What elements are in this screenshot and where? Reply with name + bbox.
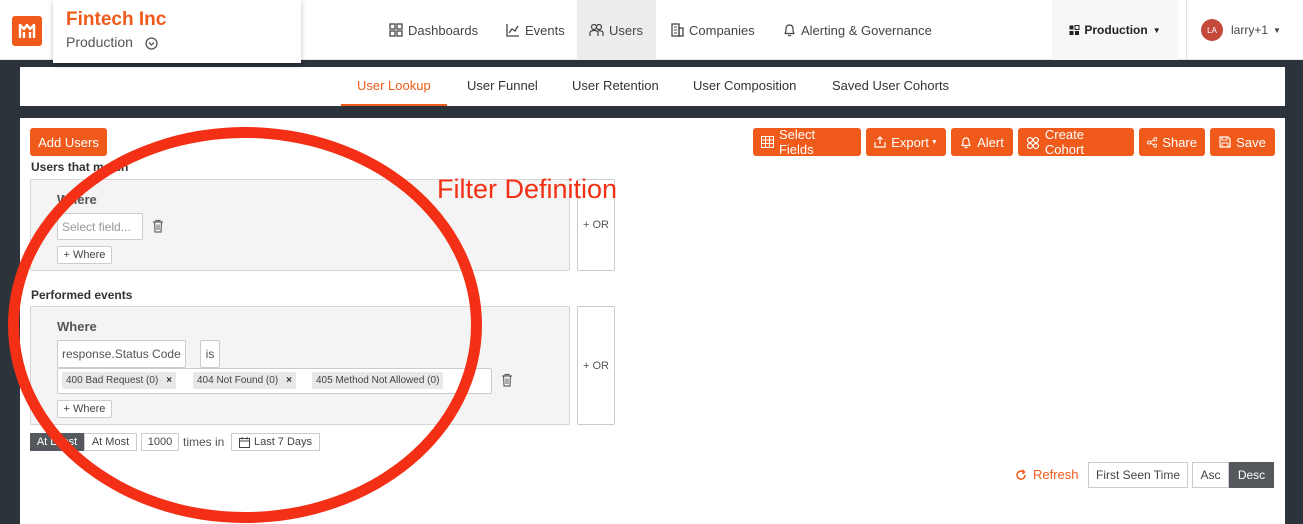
- operator-select[interactable]: is: [200, 340, 220, 368]
- event-field-select[interactable]: response.Status Code: [57, 340, 186, 368]
- top-navbar: Fintech Inc Production Dashboards Events: [0, 0, 1303, 63]
- alert-button[interactable]: Alert: [951, 128, 1013, 156]
- sub-tabs: User Lookup User Funnel User Retention U…: [20, 67, 1285, 106]
- nav-alerting[interactable]: Alerting & Governance: [771, 0, 944, 60]
- nav-dashboards[interactable]: Dashboards: [377, 0, 490, 60]
- value-tag: 404 Not Found (0) ×: [193, 372, 297, 389]
- tab-saved-user-cohorts[interactable]: Saved User Cohorts: [816, 67, 965, 106]
- org-environment: Production: [66, 34, 133, 50]
- select-fields-label: Select Fields: [778, 127, 816, 157]
- refresh-icon: [1016, 468, 1026, 480]
- cohort-icon: [1026, 136, 1040, 149]
- operator-value: is: [205, 347, 215, 361]
- nav-companies[interactable]: Companies: [658, 0, 767, 60]
- remove-tag-icon[interactable]: ×: [286, 375, 292, 386]
- export-label: Export: [891, 134, 929, 150]
- main-panel: Add Users Select Fields Export ▼ Alert C…: [20, 118, 1285, 524]
- save-label: Save: [1236, 134, 1266, 150]
- caret-down-icon: ▼: [930, 138, 938, 146]
- date-range-picker[interactable]: Last 7 Days: [231, 433, 320, 451]
- value-tag: 405 Method Not Allowed (0): [312, 372, 444, 389]
- value-tag-label: 405 Method Not Allowed (0): [316, 375, 440, 386]
- avatar: LA: [1201, 19, 1223, 41]
- value-tag-label: 400 Bad Request (0): [66, 375, 159, 386]
- org-switcher[interactable]: Fintech Inc Production: [53, 0, 301, 63]
- add-where-button[interactable]: + Where: [57, 400, 112, 418]
- add-users-button[interactable]: Add Users: [30, 128, 107, 156]
- nav-dashboards-label: Dashboards: [408, 22, 479, 38]
- org-name: Fintech Inc: [66, 9, 167, 30]
- count-input[interactable]: 1000: [141, 433, 179, 451]
- at-most-toggle[interactable]: At Most: [84, 433, 137, 451]
- export-icon: [874, 136, 886, 148]
- event-field-value: response.Status Code: [62, 347, 181, 361]
- nav-events-label: Events: [525, 22, 565, 38]
- tab-user-lookup[interactable]: User Lookup: [341, 67, 447, 106]
- at-least-toggle[interactable]: At Least: [30, 433, 84, 451]
- user-name: larry+1: [1231, 23, 1269, 37]
- chart-icon: [506, 24, 519, 37]
- nav-events[interactable]: Events: [494, 0, 577, 60]
- user-menu[interactable]: LA larry+1 ▼: [1186, 0, 1303, 60]
- caret-down-icon: ▼: [1152, 25, 1161, 35]
- annotation-label: Filter Definition: [437, 174, 618, 204]
- table-icon: [761, 136, 774, 148]
- date-range-label: Last 7 Days: [253, 436, 313, 448]
- remove-tag-icon[interactable]: ×: [166, 375, 172, 386]
- caret-down-icon: ▼: [1273, 25, 1281, 35]
- add-where-button[interactable]: + Where: [57, 246, 112, 264]
- events-filter-box: Where response.Status Code is 400 Bad Re…: [30, 306, 570, 425]
- value-tag: 400 Bad Request (0) ×: [62, 372, 177, 389]
- share-label: Share: [1162, 134, 1197, 150]
- save-button[interactable]: Save: [1210, 128, 1275, 156]
- nav-users[interactable]: Users: [577, 0, 656, 60]
- users-match-label: Users that match: [31, 160, 129, 174]
- share-icon: [1147, 136, 1158, 148]
- chevron-circle-icon: [145, 37, 158, 50]
- export-button[interactable]: Export ▼: [866, 128, 946, 156]
- building-icon: [671, 23, 684, 37]
- tab-user-funnel[interactable]: User Funnel: [451, 67, 554, 106]
- trash-icon[interactable]: [501, 373, 513, 387]
- where-title: Where: [57, 319, 97, 334]
- select-field-input[interactable]: Select field...: [57, 213, 143, 240]
- performed-events-label: Performed events: [31, 288, 133, 302]
- calendar-icon: [238, 436, 250, 448]
- bell-icon: [784, 24, 795, 37]
- bell-icon: [961, 136, 971, 148]
- share-button[interactable]: Share: [1139, 128, 1205, 156]
- floppy-disk-icon: [1219, 136, 1231, 148]
- times-in-label: times in: [183, 435, 225, 449]
- create-cohort-button[interactable]: Create Cohort: [1018, 127, 1134, 157]
- environment-label: Production: [1084, 23, 1148, 37]
- nav-alerting-label: Alerting & Governance: [801, 22, 932, 38]
- sort-field-select[interactable]: First Seen Time: [1088, 462, 1188, 488]
- select-fields-button[interactable]: Select Fields: [753, 127, 861, 157]
- trash-icon[interactable]: [152, 219, 164, 233]
- sort-asc-toggle[interactable]: Asc: [1192, 462, 1229, 488]
- refresh-button[interactable]: Refresh: [1015, 467, 1079, 482]
- nav-users-label: Users: [609, 22, 643, 38]
- tab-user-composition[interactable]: User Composition: [677, 67, 812, 106]
- add-or-button[interactable]: + OR: [577, 306, 615, 425]
- create-cohort-label: Create Cohort: [1044, 127, 1084, 157]
- nav-companies-label: Companies: [689, 22, 755, 38]
- value-tag-label: 404 Not Found (0): [197, 375, 279, 386]
- tab-user-retention[interactable]: User Retention: [556, 67, 675, 106]
- dashboard-icon: [1069, 24, 1080, 35]
- app-logo-icon[interactable]: [12, 16, 42, 46]
- alert-label: Alert: [977, 134, 1004, 150]
- sort-desc-toggle[interactable]: Desc: [1229, 462, 1274, 488]
- environment-dropdown[interactable]: Production ▼: [1052, 0, 1178, 60]
- dashboard-icon: [389, 23, 403, 37]
- select-field-placeholder: Select field...: [62, 219, 131, 234]
- users-icon: [589, 23, 604, 36]
- refresh-label: Refresh: [1033, 467, 1079, 482]
- where-title: Where: [57, 192, 97, 207]
